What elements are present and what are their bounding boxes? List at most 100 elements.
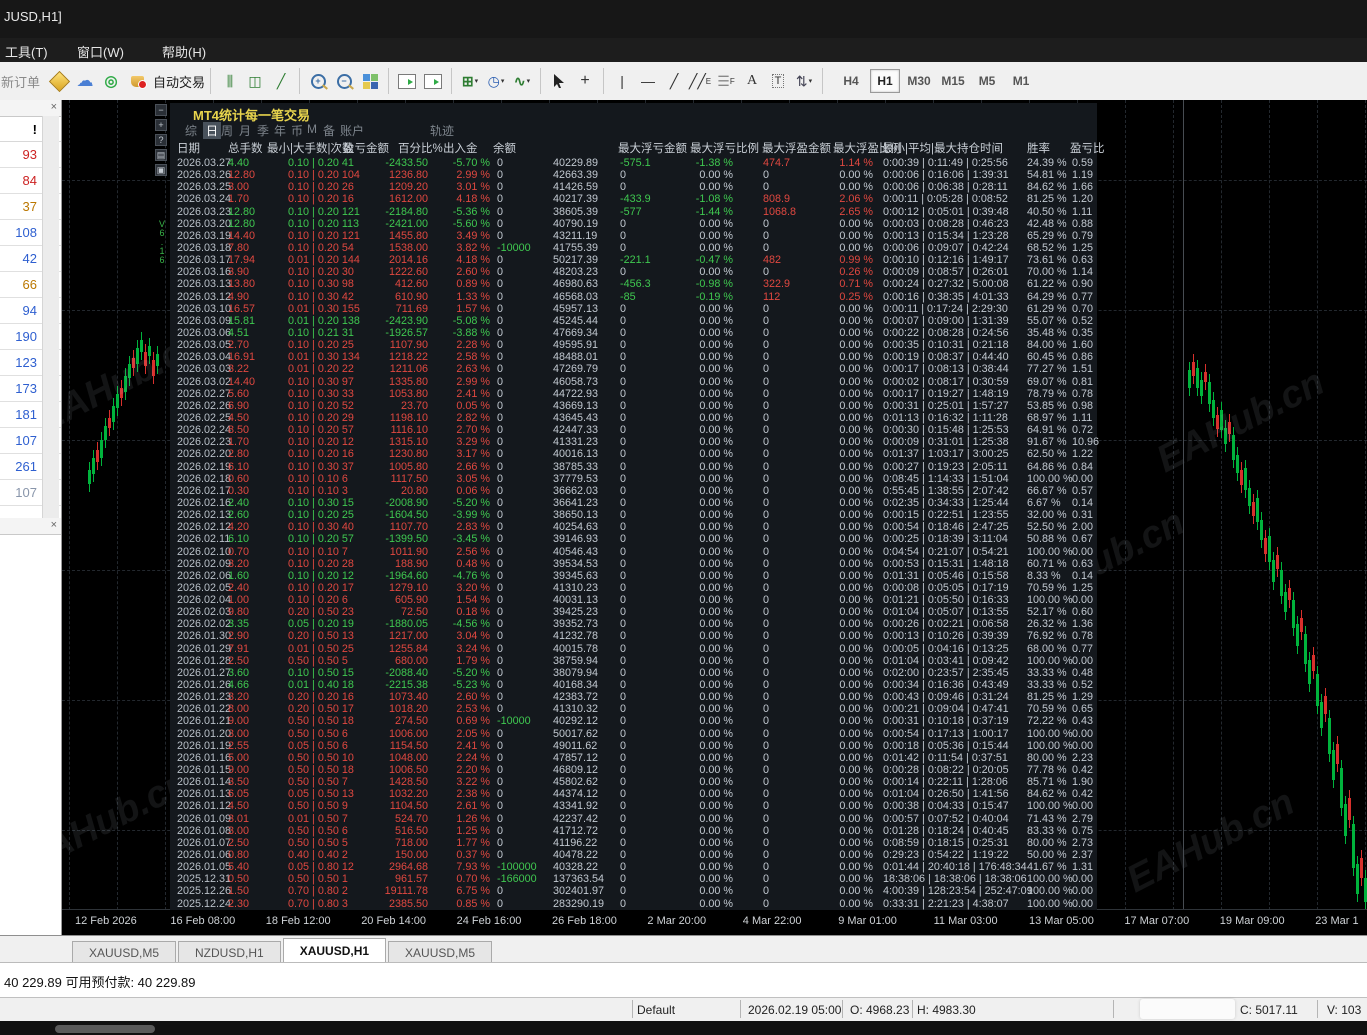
timeframe-button-M5[interactable]: M5 (972, 69, 1002, 93)
candlestick (1284, 592, 1287, 612)
cell: 0 (763, 594, 770, 607)
timeframe-button-M15[interactable]: M15 (938, 69, 968, 93)
panel-tab-7[interactable]: 币 (291, 122, 303, 139)
panel-tab-6[interactable]: 年 (274, 122, 286, 139)
cell: 41310.23 (553, 581, 599, 594)
trendline-tool-icon[interactable]: ╱ (661, 69, 687, 93)
cell: 1.14 % (839, 157, 873, 169)
cell: 0 (763, 351, 770, 364)
panel-tab-3[interactable]: 周 (221, 122, 233, 139)
cell: 2026.01.08 (177, 824, 232, 837)
timeframe-button-H4[interactable]: H4 (836, 69, 866, 93)
cell: 2.20 % (456, 764, 490, 777)
panel-tab-1[interactable]: 综 (185, 122, 197, 139)
menu-tools[interactable]: 工具(T) (5, 42, 48, 61)
chart-tab-NZDUSD-H1[interactable]: NZDUSD,H1 (178, 941, 281, 963)
chart-area[interactable]: EAHub.cnEAHub.cnEAHub.cnEAHub.cnEAHub.cn… (0, 100, 1367, 935)
text-tool-icon[interactable]: A (739, 69, 765, 93)
zoom-out-icon[interactable]: − (331, 69, 357, 93)
timeframe-button-H1[interactable]: H1 (870, 69, 901, 93)
cell: -100000 (497, 861, 537, 874)
chart-tab-XAUUSD-M5[interactable]: XAUUSD,M5 (72, 941, 177, 963)
horizontal-line-tool-icon[interactable]: — (635, 69, 661, 93)
cell: 2026.03.26 (177, 169, 232, 182)
cell: 0.00 % (699, 314, 733, 327)
cell: 2026.02.06 (177, 569, 232, 582)
vertical-line-tool-icon[interactable]: | (609, 69, 635, 93)
menu-help[interactable]: 帮助(H) (162, 42, 206, 61)
cell: 0.00 % (839, 460, 873, 473)
cell: 0.00 % (699, 339, 733, 352)
panel-tab-5[interactable]: 季 (257, 122, 269, 139)
panel-tab-4[interactable]: 月 (239, 122, 251, 139)
signal-icon[interactable]: ◎ (98, 69, 124, 93)
panel-tab-8[interactable]: M (307, 122, 317, 136)
panel-help-icon[interactable]: ? (155, 134, 167, 146)
new-chart-icon[interactable]: ⊞ ▾ (457, 69, 483, 93)
cell: 0 (763, 800, 770, 813)
autotrading-icon[interactable] (124, 69, 150, 93)
cell: 0 (497, 326, 504, 339)
time-axis[interactable]: 12 Feb 2026 16 Feb 08:00 18 Feb 12:00 20 Fe… (62, 909, 1367, 935)
chart-tab-bar: XAUUSD,M5 NZDUSD,H1 XAUUSD,H1 XAUUSD,M5 (0, 935, 1367, 963)
panel-copy-icon[interactable]: ▣ (155, 164, 167, 176)
sidebar-scrollbar[interactable] (42, 116, 59, 518)
fibonacci-tool-icon[interactable]: ☰ F (713, 69, 739, 93)
cell: 0:01:21 | 0:05:50 | 0:16:33 (883, 594, 1009, 607)
panel-tab-2[interactable]: 日 (203, 122, 222, 139)
cloud-account-icon[interactable]: ☁ (72, 69, 98, 93)
text-label-tool-icon[interactable]: T (765, 69, 791, 93)
cell: 0 (620, 630, 627, 643)
indicators-menu-icon[interactable]: ∿ ▾ (509, 69, 535, 93)
status-divider (1317, 1000, 1318, 1018)
channel-tool-icon[interactable]: ╱╱ E (687, 69, 713, 93)
panel-tab-10[interactable]: 账户 (340, 122, 364, 139)
chart-shift-icon[interactable] (420, 69, 446, 93)
deposit-icon[interactable] (46, 69, 72, 93)
candlestick-chart-icon[interactable]: ◫ (242, 69, 268, 93)
cell: 0.00 % (839, 557, 873, 570)
table-row: 2026.01.23 3.20 0.20 | 0.20 16 1073.40 2.60 … (170, 691, 1097, 703)
timeframe-button-M30[interactable]: M30 (904, 69, 934, 93)
status-field[interactable]: Default (637, 1003, 675, 1017)
cell: 0.00 % (699, 436, 733, 449)
new-order-button[interactable]: 新订单 (1, 72, 40, 91)
cell: 2026.01.09 (177, 812, 232, 825)
autotrading-button[interactable]: 自动交易 (153, 72, 205, 91)
zoom-in-icon[interactable]: + (305, 69, 331, 93)
cell: 2.73 (1072, 836, 1094, 849)
panel-minimize-icon[interactable]: − (155, 104, 167, 116)
table-row: 2026.01.13 6.05 0.05 | 0.50 13 1032.20 2.38 … (170, 788, 1097, 800)
panel-move-icon[interactable]: + (155, 119, 167, 131)
status-field: H: 4983.30 (917, 1003, 976, 1017)
cell: 0.50 | 0.50 6 (288, 824, 348, 837)
cell: 322.9 (763, 278, 791, 291)
auto-scroll-icon[interactable] (394, 69, 420, 93)
cell: 0 (497, 254, 504, 267)
tile-windows-icon[interactable] (357, 69, 383, 93)
chart-tab-XAUUSD-M5[interactable]: XAUUSD,M5 (388, 941, 493, 963)
panel-grid-icon[interactable]: ▤ (155, 149, 167, 161)
cell: 0.00 % (699, 484, 733, 497)
arrows-tool-icon[interactable]: ⇅ ▾ (791, 69, 817, 93)
cell: 0.00 % (699, 545, 733, 558)
cursor-tool-icon[interactable] (546, 69, 572, 93)
cell: 0 (763, 581, 770, 594)
line-chart-icon[interactable]: ╱ (268, 69, 294, 93)
chart-tab-XAUUSD-H1[interactable]: XAUUSD,H1 (282, 938, 387, 963)
menu-window[interactable]: 窗口(W) (77, 42, 124, 61)
cell: 0.00 % (699, 824, 733, 837)
close-icon[interactable]: × (51, 101, 57, 114)
table-row: 2026.01.27 3.60 0.10 | 0.50 15 -2088.40 -5.2… (170, 667, 1097, 679)
close-icon[interactable]: × (51, 519, 57, 532)
bar-chart-icon[interactable]: ⫼ (216, 69, 242, 93)
timeframe-button-M1[interactable]: M1 (1006, 69, 1036, 93)
cell: 33.33 % (1027, 679, 1067, 692)
timeframes-menu-icon[interactable]: ◷ ▾ (483, 69, 509, 93)
panel-tab-9[interactable]: 备 (323, 122, 335, 139)
panel-tab-11[interactable]: 轨迹 (430, 122, 454, 139)
crosshair-tool-icon[interactable]: + (572, 69, 598, 93)
cell: 2026.02.05 (177, 581, 232, 594)
cell: 0.00 % (699, 630, 733, 643)
cell: 0 (763, 824, 770, 837)
